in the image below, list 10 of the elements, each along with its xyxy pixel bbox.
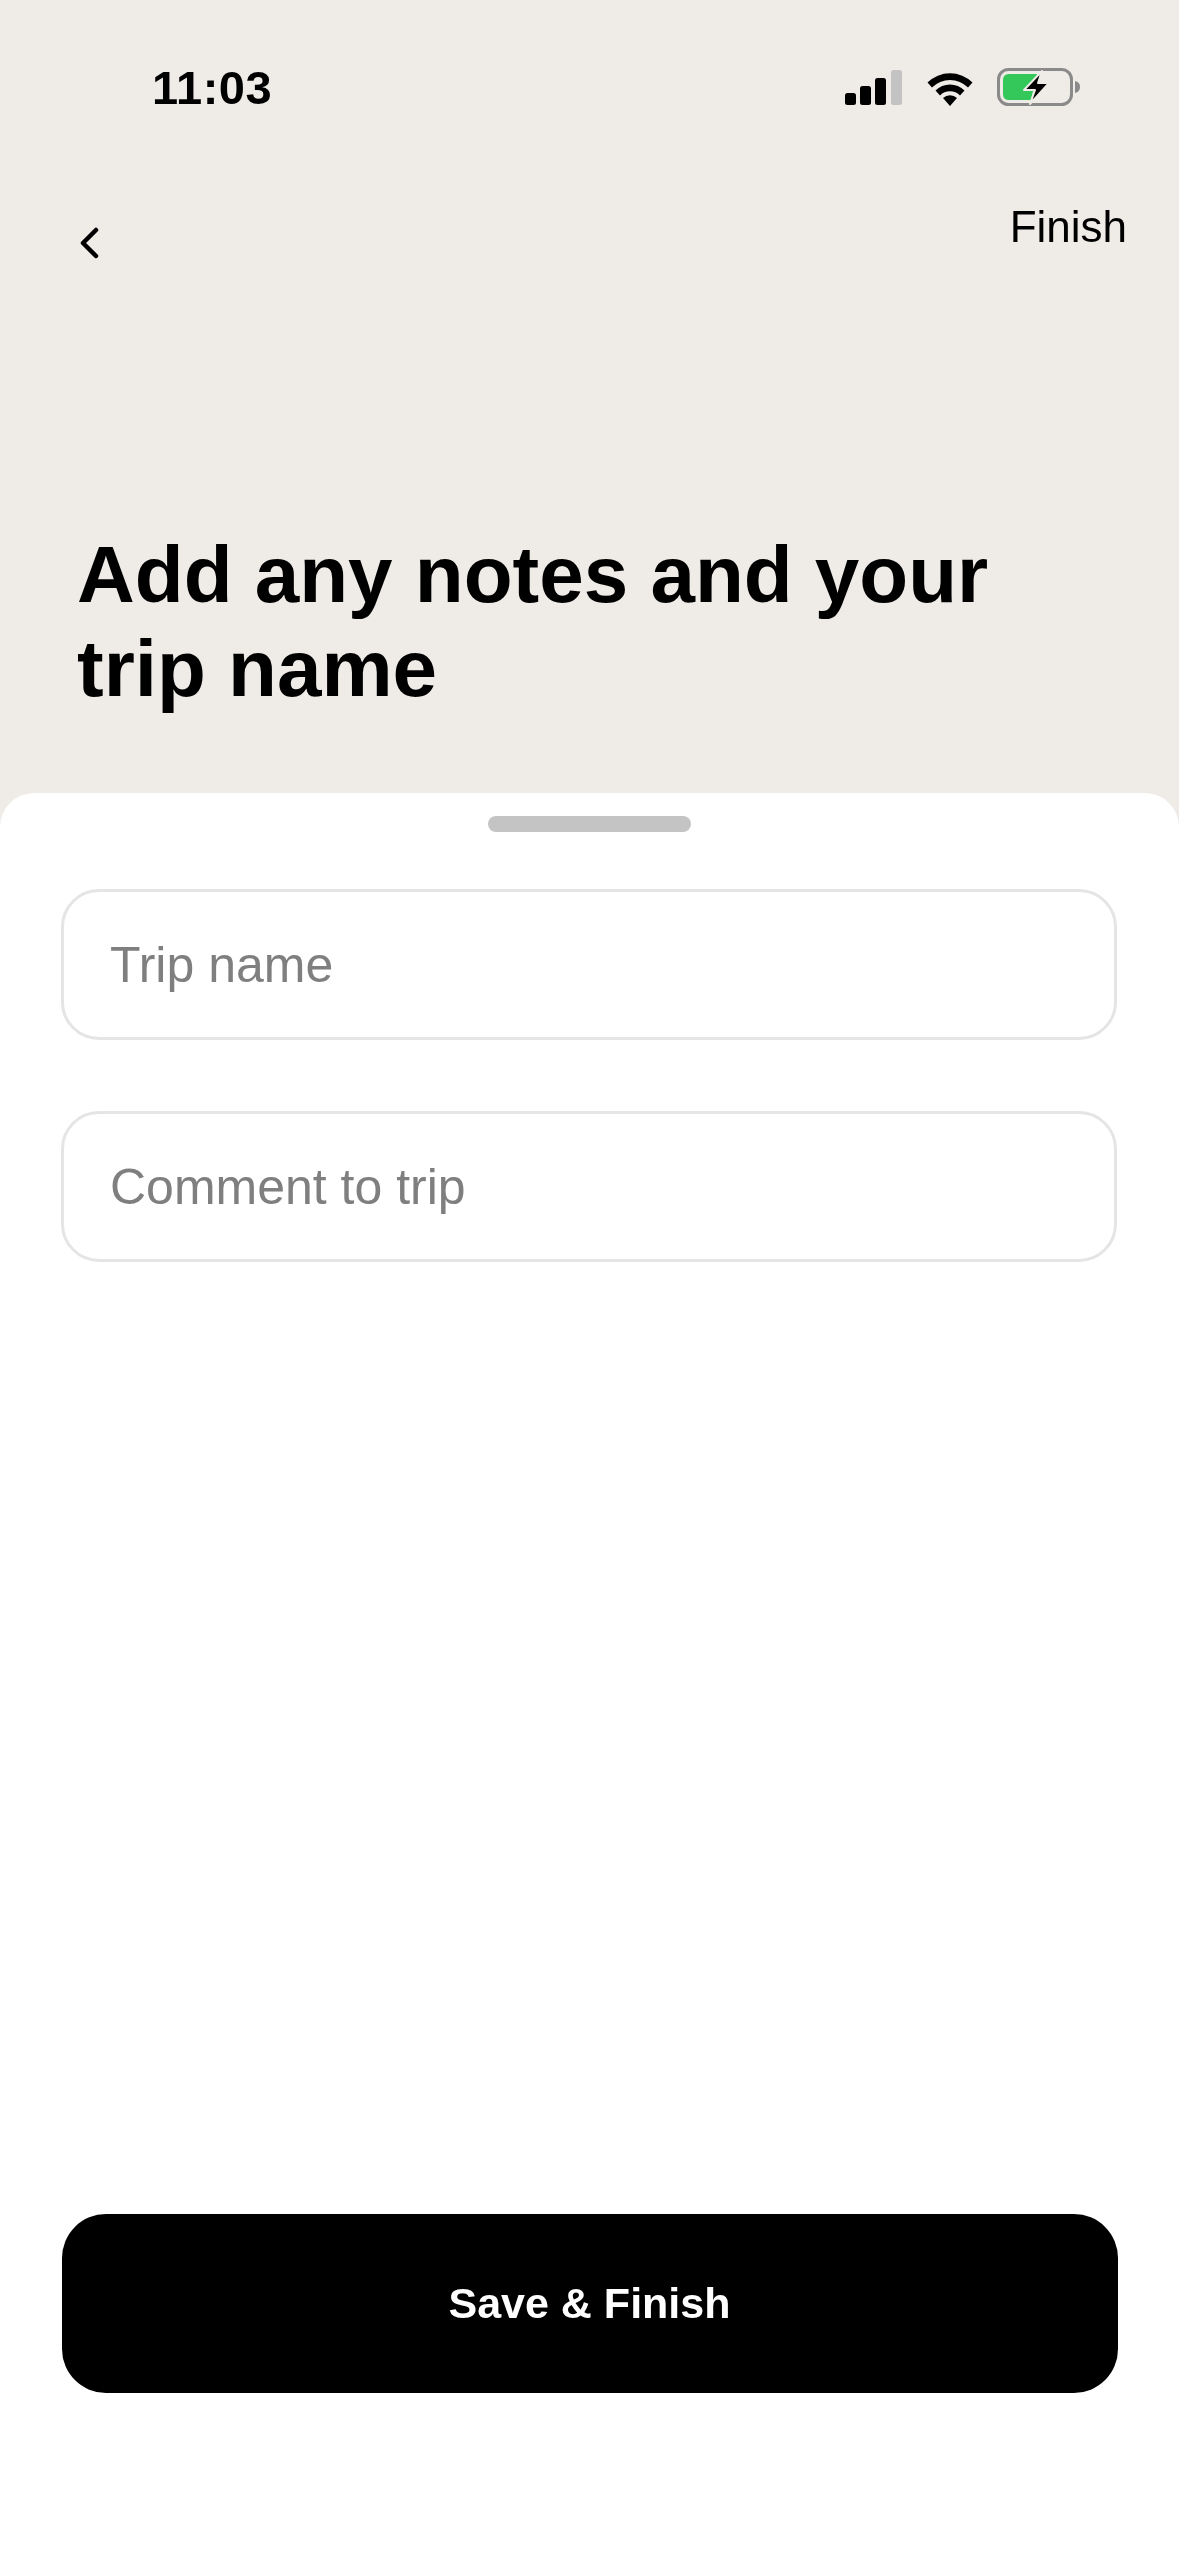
- save-finish-button[interactable]: Save & Finish: [61, 2214, 1118, 2393]
- back-icon[interactable]: [78, 227, 100, 259]
- status-time: 11:03: [152, 59, 273, 115]
- page-title: Add any notes and your trip name: [77, 529, 990, 715]
- finish-button[interactable]: Finish: [1009, 205, 1127, 249]
- signal-icon: [845, 69, 903, 105]
- battery-charging-icon: [997, 68, 1080, 106]
- sheet-handle[interactable]: [488, 816, 691, 832]
- input-field[interactable]: Trip name: [61, 889, 1117, 1040]
- input-field[interactable]: Comment to trip: [61, 1111, 1117, 1262]
